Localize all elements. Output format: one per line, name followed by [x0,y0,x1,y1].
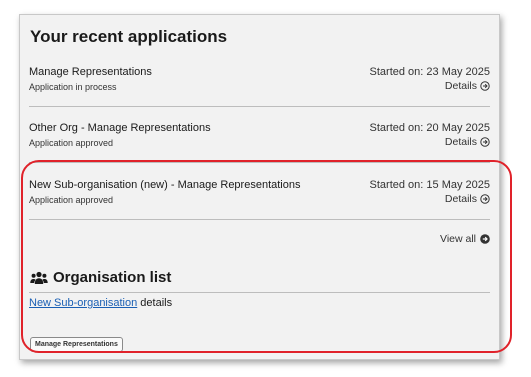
application-name: New Sub-organisation (new) - Manage Repr… [29,179,301,191]
recent-applications-panel: Your recent applications Manage Represen… [19,14,500,360]
application-name: Other Org - Manage Representations [29,122,211,134]
divider [29,292,490,293]
details-label: Details [444,136,477,148]
people-group-icon [30,271,48,284]
application-status: Application in process [29,82,117,92]
divider [29,106,490,107]
application-status: Application approved [29,195,114,205]
details-link[interactable]: Details [445,136,490,148]
application-start-date: Started on: 20 May 2025 [369,122,490,134]
details-link[interactable]: Details [445,193,490,205]
page-title: Your recent applications [30,27,228,46]
divider [29,162,490,163]
organisation-row: New Sub-organisation details [29,297,172,309]
circle-arrow-right-icon [480,81,490,91]
organisation-link[interactable]: New Sub-organisation [29,297,137,309]
view-all-label: View all [440,233,476,245]
circle-arrow-right-icon [480,194,490,204]
application-start-date: Started on: 23 May 2025 [369,66,490,78]
organisation-link-suffix: details [137,297,173,309]
application-start-date: Started on: 15 May 2025 [369,179,490,191]
organisation-list-title: Organisation list [53,269,172,286]
details-label: Details [444,193,477,205]
circle-arrow-right-icon [480,137,490,147]
filled-circle-arrow-icon [480,234,490,244]
manage-representations-button[interactable]: Manage Representations [30,337,123,352]
organisation-list-heading: Organisation list [30,269,171,286]
application-status: Application approved [29,138,114,148]
details-label: Details [444,80,477,92]
divider [29,219,490,220]
view-all-link[interactable]: View all [440,233,490,245]
details-link[interactable]: Details [445,80,490,92]
application-name: Manage Representations [29,66,152,78]
